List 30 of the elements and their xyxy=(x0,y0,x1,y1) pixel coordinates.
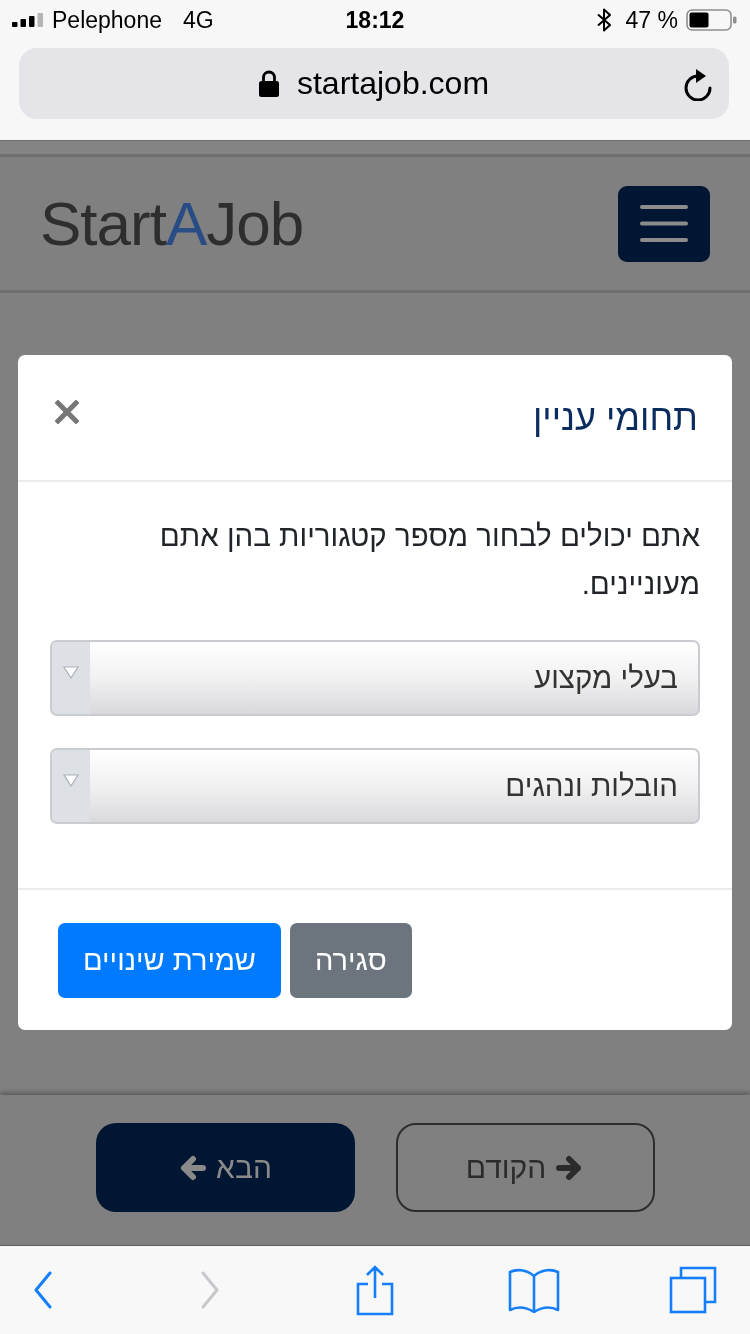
close-icon[interactable] xyxy=(55,399,79,424)
signal-icon xyxy=(12,13,43,27)
carrier-name: Pelephone xyxy=(52,6,162,34)
clock-time: 18:12 xyxy=(345,6,405,34)
dialog-text: אתם יכולים לבחור מספר קטגוריות בהן אתם מעוניינים. xyxy=(158,518,700,602)
site-logo[interactable]: StartAJob xyxy=(40,192,304,255)
battery-percent: 47 % xyxy=(625,6,678,34)
caret-icon xyxy=(52,750,90,822)
bluetooth-icon xyxy=(595,8,612,32)
menu-button[interactable] xyxy=(618,185,710,262)
arrow-left-icon xyxy=(178,1154,207,1181)
url-text: startajob.com xyxy=(296,65,490,102)
menu-icon xyxy=(640,205,688,242)
reload-icon[interactable] xyxy=(683,66,713,101)
category-select[interactable]: הובלות ונהגים xyxy=(50,748,700,824)
network-type: 4G xyxy=(183,6,214,34)
overlapping-squares-icon[interactable] xyxy=(669,1266,717,1314)
dialog-title: תחומי עניין xyxy=(532,396,698,439)
next-button[interactable]: הבא xyxy=(95,1123,355,1212)
caret-icon xyxy=(52,642,90,714)
lock-icon xyxy=(258,70,279,97)
address-bar[interactable]: startajob.com xyxy=(19,48,729,119)
share-icon[interactable] xyxy=(355,1264,395,1316)
battery-icon xyxy=(686,9,738,31)
previous-button[interactable]: הקודם xyxy=(395,1123,655,1212)
chevron-left-icon[interactable] xyxy=(33,1271,53,1309)
book-icon[interactable] xyxy=(508,1267,560,1313)
close-button[interactable]: סגירה xyxy=(290,923,412,998)
save-button[interactable]: שמירת שינויים xyxy=(58,923,282,998)
category-select[interactable]: בעלי מקצוע xyxy=(50,640,700,716)
